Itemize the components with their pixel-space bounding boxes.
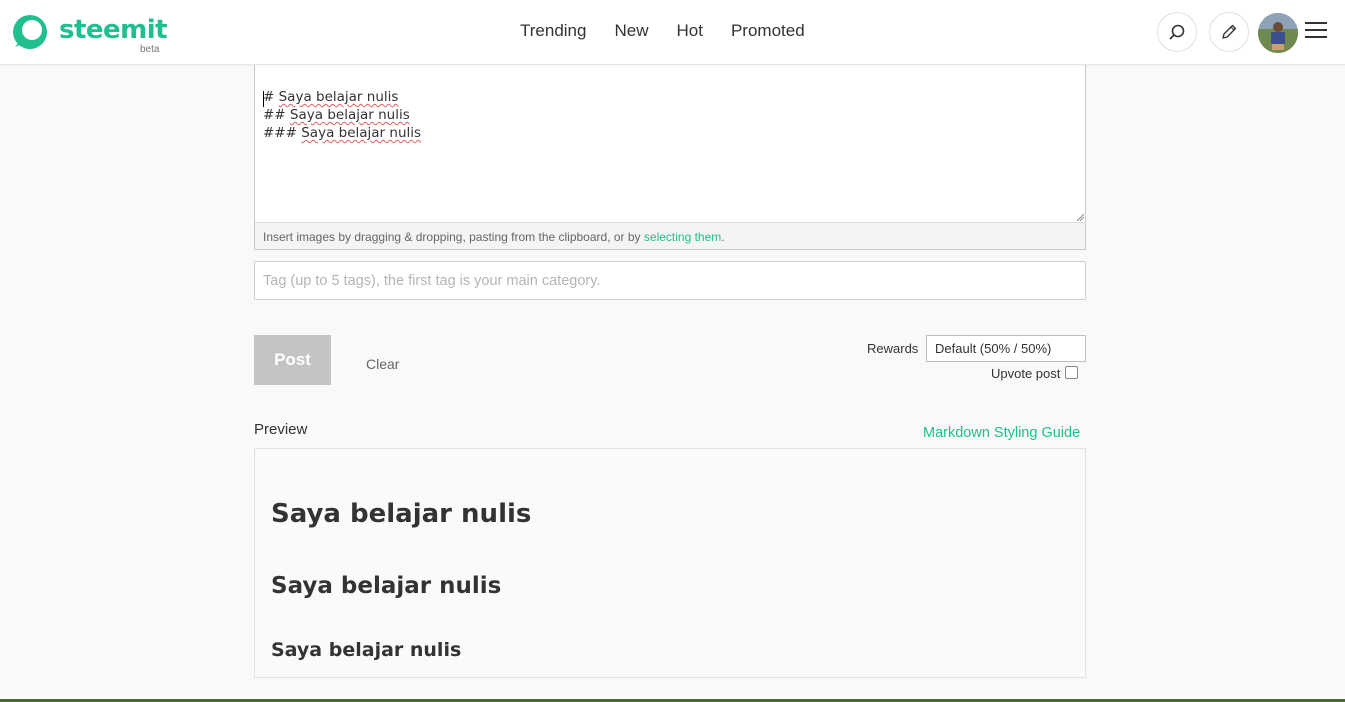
- hamburger-menu-icon[interactable]: [1305, 22, 1327, 42]
- clear-button[interactable]: Clear: [366, 356, 399, 372]
- hint-end: .: [721, 230, 725, 244]
- editor-line-3: ### Saya belajar nulis: [263, 125, 422, 141]
- select-images-link[interactable]: selecting them: [644, 230, 721, 244]
- upvote-post-label: Upvote post: [991, 366, 1061, 381]
- top-header: steemit beta Trending New Hot Promoted: [0, 0, 1345, 65]
- steemit-logo-icon: [13, 15, 47, 49]
- rewards-label: Rewards: [867, 341, 919, 356]
- image-upload-hint: Insert images by dragging & dropping, pa…: [254, 222, 1086, 250]
- nav-trending[interactable]: Trending: [520, 21, 586, 41]
- logo-beta: beta: [140, 44, 160, 55]
- editor-line-1: # Saya belajar nulis: [263, 89, 399, 105]
- markdown-styling-guide-link[interactable]: Markdown Styling Guide: [923, 425, 1080, 441]
- post-button[interactable]: Post: [254, 335, 331, 385]
- rewards-select[interactable]: Default (50% / 50%): [926, 335, 1086, 362]
- search-icon: [1169, 24, 1185, 40]
- search-button[interactable]: [1157, 12, 1197, 52]
- preview-heading-1: Saya belajar nulis: [271, 499, 532, 529]
- editor-line-2: ## Saya belajar nulis: [263, 107, 410, 123]
- logo-text: steemit: [59, 15, 168, 45]
- nav-promoted[interactable]: Promoted: [731, 21, 805, 41]
- tags-input[interactable]: [254, 261, 1086, 300]
- resize-handle-icon[interactable]: [1076, 213, 1084, 221]
- steemit-logo[interactable]: steemit beta: [11, 13, 168, 55]
- preview-heading-3: Saya belajar nulis: [271, 639, 462, 661]
- pencil-icon: [1222, 24, 1237, 39]
- preview-label: Preview: [254, 421, 308, 438]
- upvote-post-checkbox[interactable]: [1065, 366, 1078, 379]
- nav-new[interactable]: New: [614, 21, 648, 41]
- user-avatar[interactable]: [1258, 13, 1298, 53]
- write-post-button[interactable]: [1209, 12, 1249, 52]
- nav-hot[interactable]: Hot: [676, 21, 702, 41]
- avatar-image: [1258, 13, 1298, 53]
- preview-heading-2: Saya belajar nulis: [271, 573, 502, 599]
- main-nav: Trending New Hot Promoted: [520, 21, 833, 41]
- hint-text: Insert images by dragging & dropping, pa…: [263, 230, 644, 244]
- preview-panel: Saya belajar nulis Saya belajar nulis Sa…: [254, 448, 1086, 678]
- markdown-editor[interactable]: # Saya belajar nulis ## Saya belajar nul…: [254, 64, 1086, 223]
